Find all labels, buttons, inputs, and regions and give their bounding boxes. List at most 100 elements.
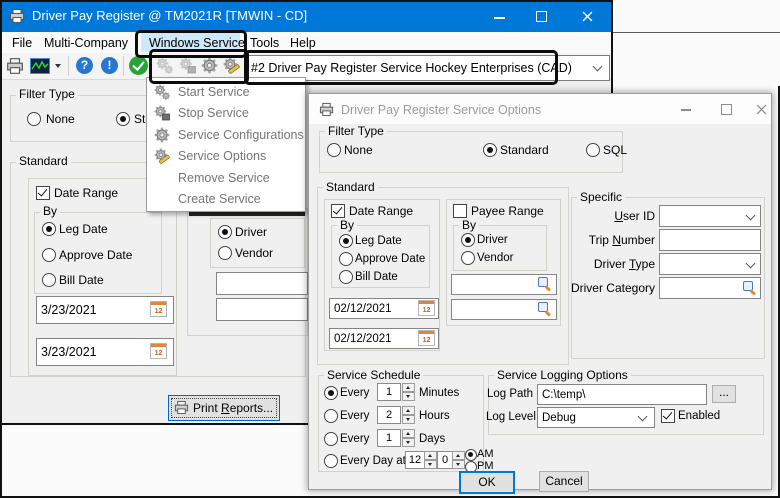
service-configurations-gear-icon[interactable]: [201, 57, 218, 74]
monitor-dropdown-arrow-icon[interactable]: [55, 64, 61, 68]
main-payee-from-field[interactable]: [216, 272, 308, 295]
menu-item-stop-service[interactable]: Stop Service: [147, 103, 305, 125]
menu-windows-service[interactable]: Windows Service: [149, 36, 245, 50]
calendar-icon[interactable]: 12: [418, 330, 435, 346]
main-radio-bill-date[interactable]: [42, 273, 56, 287]
calendar-icon[interactable]: 12: [150, 343, 167, 359]
menu-item-service-options[interactable]: Service Options: [147, 146, 305, 168]
spin-down-icon[interactable]: [402, 415, 415, 424]
schedule-radio-hours[interactable]: [324, 409, 338, 423]
cancel-button[interactable]: Cancel: [539, 471, 589, 492]
menu-tools[interactable]: Tools: [250, 36, 279, 50]
spin-down-icon[interactable]: [402, 392, 415, 401]
minutes-spinner[interactable]: [402, 383, 415, 401]
dialog-radio-bill-date[interactable]: [339, 270, 353, 284]
service-options-gear-icon[interactable]: [223, 57, 240, 74]
dialog-title: Driver Pay Register Service Options: [341, 103, 542, 117]
print-reports-button[interactable]: Print Reports...: [168, 395, 280, 421]
search-icon[interactable]: [537, 301, 552, 315]
user-id-label: User ID: [614, 209, 655, 223]
spin-down-icon[interactable]: [402, 438, 415, 447]
minimize-button[interactable]: [494, 17, 505, 19]
calendar-icon[interactable]: 12: [150, 301, 167, 317]
trip-number-field[interactable]: [659, 229, 761, 251]
spin-down-icon[interactable]: [452, 460, 465, 469]
hour-value[interactable]: 12: [405, 451, 425, 469]
hour-spinner[interactable]: [424, 451, 437, 469]
dialog-close-button[interactable]: [756, 104, 767, 115]
dialog-radio-vendor[interactable]: [461, 251, 475, 265]
schedule-radio-minutes[interactable]: [324, 386, 338, 400]
menu-file[interactable]: File: [12, 36, 32, 50]
print-reports-label: Print Reports...: [193, 401, 274, 415]
spin-down-icon[interactable]: [424, 460, 437, 469]
print-icon[interactable]: [6, 57, 24, 75]
spin-up-icon[interactable]: [424, 451, 437, 460]
about-icon[interactable]: !: [101, 57, 118, 74]
menu-item-label: Start Service: [178, 84, 250, 99]
minutes-value[interactable]: 1: [377, 383, 401, 401]
dialog-radio-driver-label: Driver: [477, 234, 508, 246]
radio-am[interactable]: [465, 449, 477, 461]
main-radio-none-label: None: [46, 112, 75, 126]
menu-help[interactable]: Help: [290, 36, 316, 50]
menu-item-remove-service[interactable]: Remove Service: [147, 167, 305, 189]
menu-multi-company[interactable]: Multi-Company: [44, 36, 128, 50]
minute-spinner[interactable]: [452, 451, 465, 469]
main-radio-approve-date[interactable]: [42, 248, 56, 262]
hours-value[interactable]: 2: [377, 406, 401, 424]
hours-unit-label: Hours: [419, 410, 450, 422]
start-service-gear-icon: [152, 84, 172, 100]
spin-up-icon[interactable]: [402, 406, 415, 415]
days-spinner[interactable]: [402, 429, 415, 447]
ok-button[interactable]: OK: [459, 471, 515, 494]
help-icon[interactable]: ?: [76, 57, 93, 74]
calendar-icon[interactable]: 12: [418, 300, 435, 316]
search-icon[interactable]: [537, 276, 552, 290]
main-window-title: Driver Pay Register @ TM2021R [TMWIN - C…: [32, 8, 308, 23]
dialog-date-range-checkbox[interactable]: [331, 204, 345, 218]
main-filter-type-label: Filter Type: [16, 88, 78, 101]
days-value[interactable]: 1: [377, 429, 401, 447]
main-radio-leg-date[interactable]: [42, 222, 56, 236]
schedule-radio-days[interactable]: [324, 432, 338, 446]
minute-value[interactable]: 0: [437, 451, 453, 469]
check-status-icon[interactable]: [129, 56, 148, 75]
main-payee-to-field[interactable]: [216, 298, 308, 321]
dialog-radio-standard[interactable]: [483, 143, 497, 157]
main-date-to-value: 3/23/2021: [41, 345, 97, 359]
log-path-field[interactable]: C:\temp\: [537, 384, 707, 405]
start-service-gear-icon[interactable]: [156, 57, 173, 74]
dialog-payee-range-checkbox[interactable]: [453, 204, 467, 218]
close-button[interactable]: [582, 11, 593, 22]
main-radio-none[interactable]: [27, 112, 41, 126]
dialog-radio-sql[interactable]: [586, 143, 600, 157]
monitor-icon[interactable]: [30, 58, 50, 74]
menu-item-service-configurations[interactable]: Service Configurations: [147, 124, 305, 146]
dialog-minimize-button[interactable]: [681, 109, 691, 111]
main-radio-driver[interactable]: [218, 225, 232, 239]
dialog-standard-label: Standard: [323, 181, 378, 194]
schedule-radio-daily[interactable]: [324, 454, 338, 468]
menu-item-create-service[interactable]: Create Service: [147, 189, 305, 211]
main-date-from-value: 3/23/2021: [41, 303, 97, 317]
spin-up-icon[interactable]: [402, 429, 415, 438]
stop-service-gear-icon[interactable]: [179, 57, 196, 74]
log-level-combo[interactable]: Debug: [537, 407, 655, 428]
search-icon[interactable]: [742, 280, 757, 294]
dialog-maximize-button[interactable]: [721, 104, 732, 115]
spin-up-icon[interactable]: [402, 383, 415, 392]
dialog-radio-approve-date[interactable]: [339, 252, 353, 266]
menu-item-start-service[interactable]: Start Service: [147, 81, 305, 103]
main-radio-vendor[interactable]: [218, 246, 232, 260]
maximize-button[interactable]: [536, 11, 547, 22]
dialog-radio-driver[interactable]: [461, 233, 475, 247]
enabled-checkbox[interactable]: [661, 409, 675, 423]
browse-button[interactable]: ...: [712, 385, 736, 403]
dialog-radio-leg-date[interactable]: [339, 234, 353, 248]
main-radio-standard[interactable]: [116, 112, 130, 126]
dialog-radio-none[interactable]: [327, 143, 341, 157]
main-date-range-checkbox[interactable]: [36, 186, 50, 200]
hours-spinner[interactable]: [402, 406, 415, 424]
spin-up-icon[interactable]: [452, 451, 465, 460]
